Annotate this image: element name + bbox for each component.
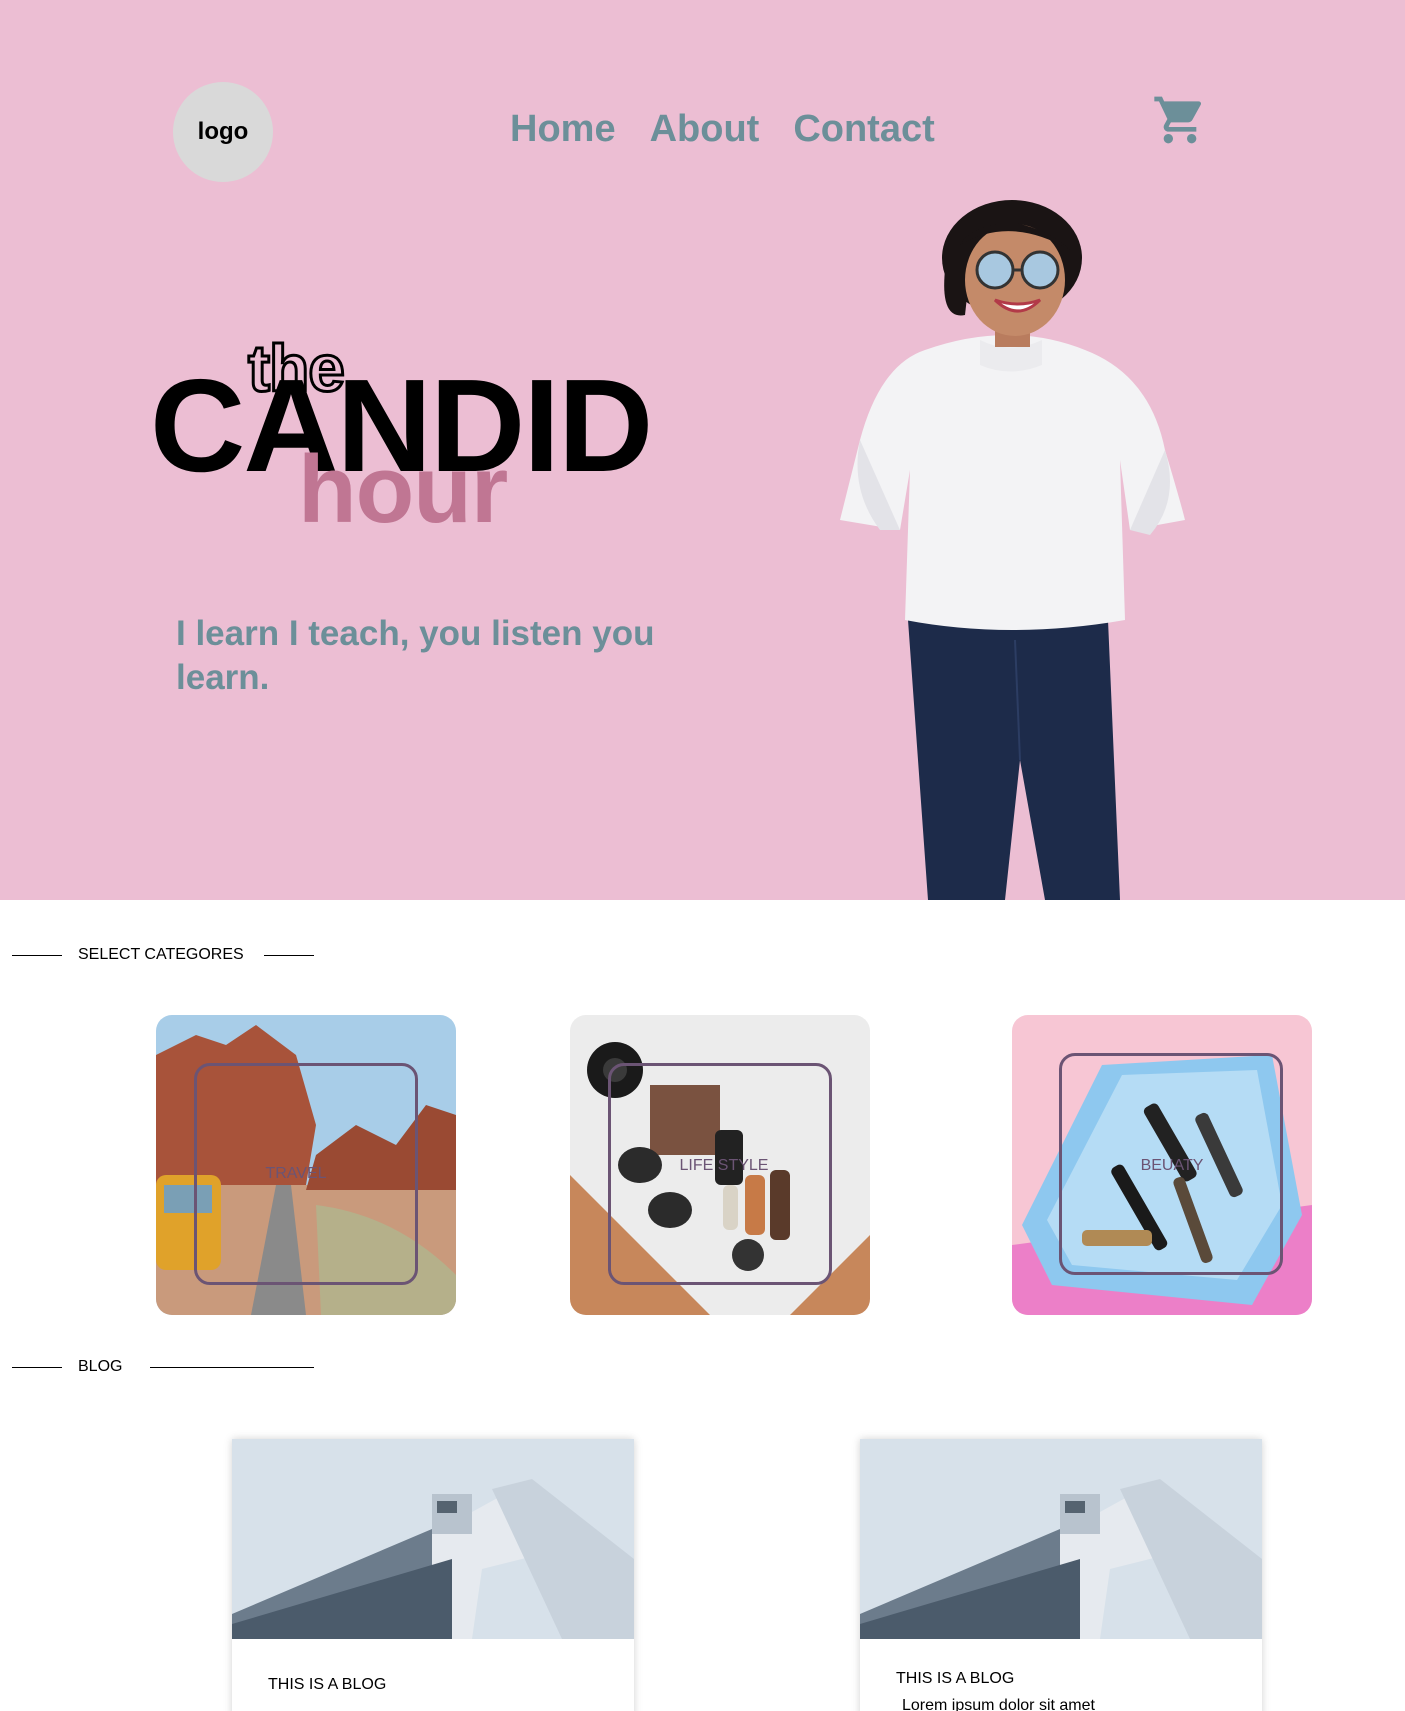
title-hour: hour [298, 436, 508, 543]
divider-line [12, 1366, 62, 1368]
hero-tagline: I learn I teach, you listen you learn. [176, 614, 655, 697]
blog-excerpt: Lorem ipsum dolor sit amet [902, 1697, 1095, 1711]
categories-label-text: SELECT CATEGORES [78, 946, 244, 963]
divider-line [150, 1366, 314, 1368]
hero-section: logo Home About Contact the CANDID hour … [0, 0, 1405, 900]
category-card-lifestyle[interactable]: LIFE STYLE [570, 1015, 870, 1315]
site-title: the CANDID hour [150, 320, 710, 540]
nav-contact-link[interactable]: Contact [793, 108, 934, 151]
divider-line [264, 954, 314, 956]
blog-title: THIS IS A BLOG [268, 1676, 387, 1693]
blog-card[interactable]: THIS IS A BLOG [232, 1439, 634, 1711]
category-card-travel[interactable]: TRAVEL [156, 1015, 456, 1315]
logo-text: logo [197, 118, 249, 145]
category-label-travel: TRAVEL [265, 1165, 327, 1182]
logo[interactable]: logo [173, 82, 273, 182]
shopping-cart-icon[interactable] [1152, 92, 1208, 148]
divider-line [12, 954, 62, 956]
blog-image [860, 1439, 1262, 1639]
blog-label-text: BLOG [78, 1358, 123, 1375]
nav-about-link[interactable]: About [650, 108, 760, 151]
nav-home-link[interactable]: Home [510, 108, 616, 151]
blog-image [232, 1439, 634, 1639]
hero-person-image [840, 200, 1185, 900]
category-label-beauty: BEUATY [1140, 1157, 1204, 1174]
category-label-lifestyle: LIFE STYLE [679, 1157, 769, 1174]
blog-card[interactable]: THIS IS A BLOG Lorem ipsum dolor sit ame… [860, 1439, 1262, 1711]
blog-title: THIS IS A BLOG [896, 1670, 1015, 1687]
main-nav: Home About Contact [510, 108, 935, 151]
category-card-beauty[interactable]: BEUATY [1012, 1015, 1312, 1315]
